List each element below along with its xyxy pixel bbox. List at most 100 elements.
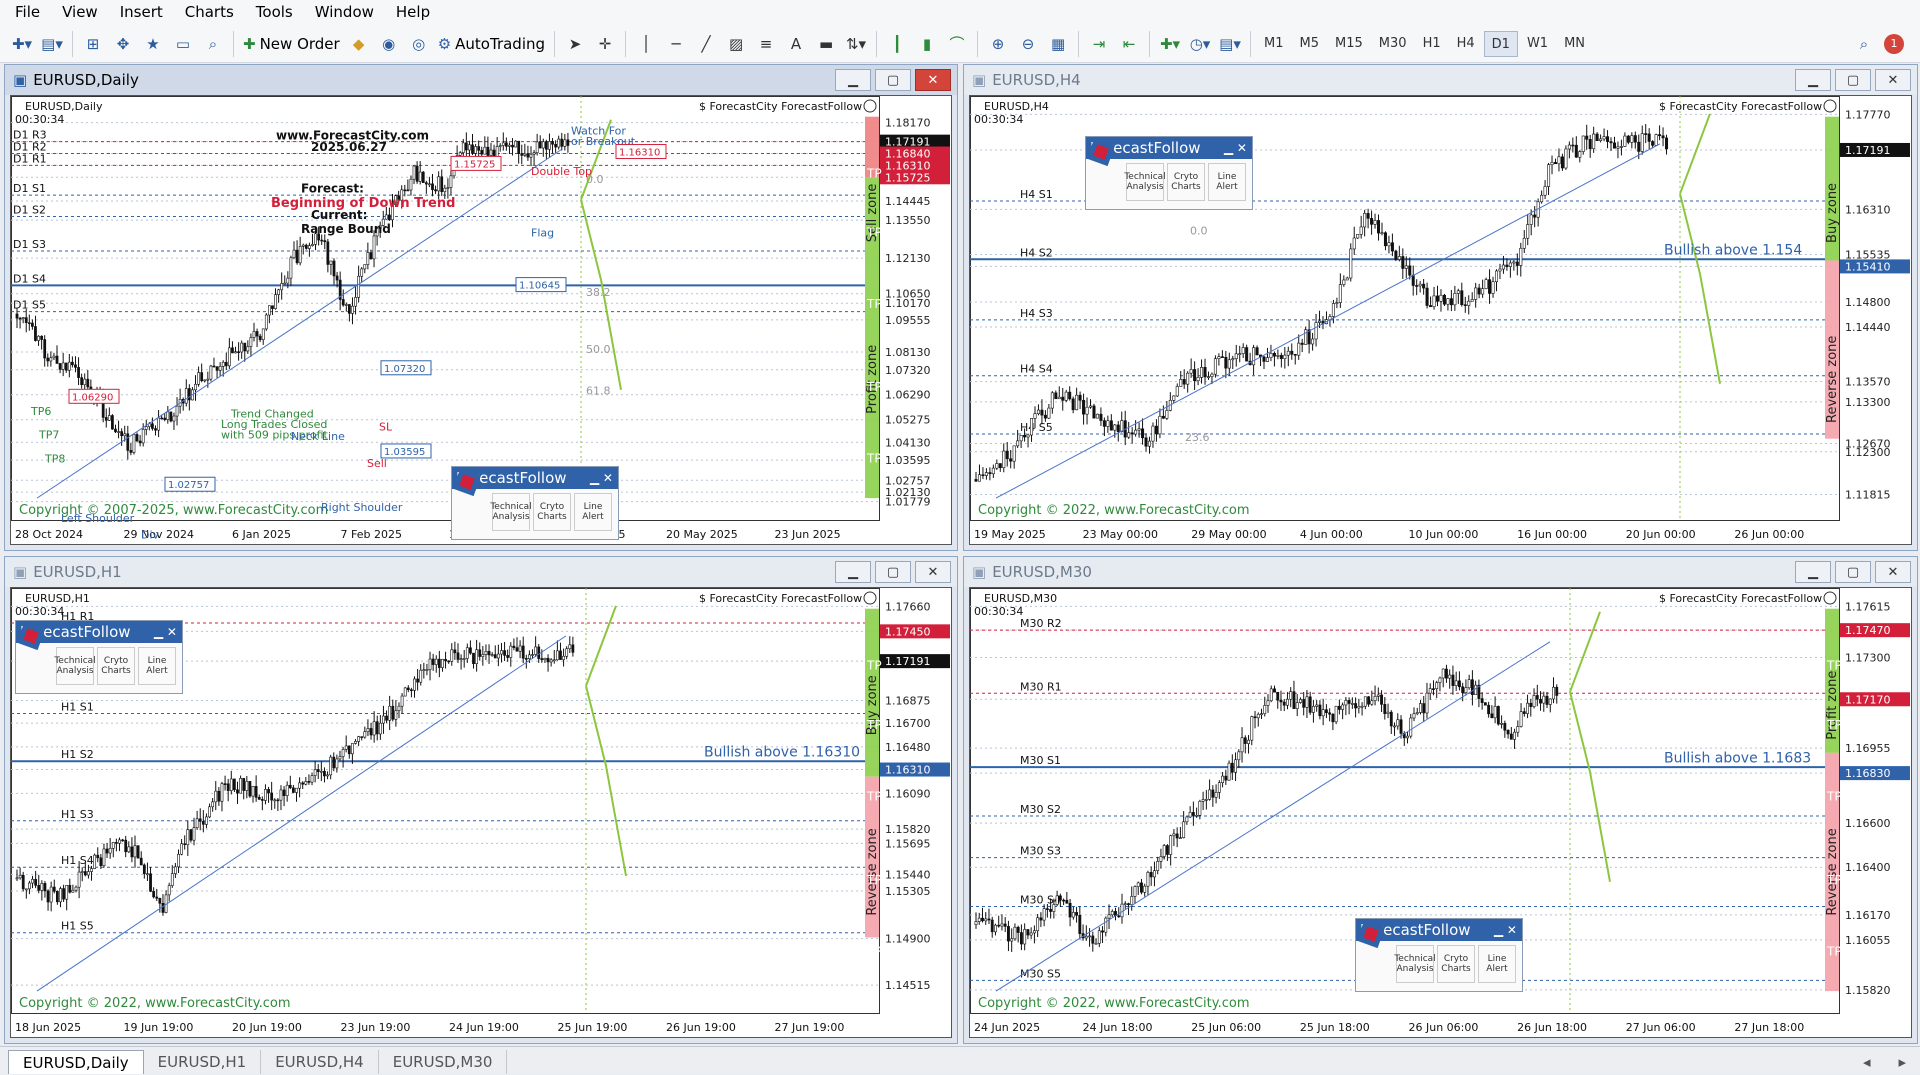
text-icon[interactable]: A [782,29,810,59]
autoscroll-icon[interactable]: ⇥ [1085,29,1113,59]
profiles-icon[interactable]: ▤▾ [38,29,66,59]
label-icon[interactable]: ▬ [812,29,840,59]
forecastfollow-panel[interactable]: ForecastFollow ▁ ✕ Technical Analysis Cry… [451,466,619,540]
timeframe-mn[interactable]: MN [1557,31,1592,57]
market-watch-icon[interactable]: ⊞ [79,29,107,59]
channel-icon[interactable]: ▨ [722,29,750,59]
tab-eurusd-m30[interactable]: EURUSD,M30 [379,1050,508,1074]
search-icon[interactable]: ⌕ [1850,29,1878,59]
new-chart-icon[interactable]: ✚▾ [8,29,36,59]
notifications-icon[interactable]: 1 [1880,29,1908,59]
timeframe-h4[interactable]: H4 [1450,31,1482,57]
maximize-button[interactable]: ▢ [875,561,911,583]
close-button[interactable]: ✕ [1875,561,1911,583]
favorites-icon[interactable]: ★ [139,29,167,59]
vertical-line-icon[interactable]: │ [632,29,660,59]
close-button[interactable]: ✕ [915,69,951,91]
chart-window-caption[interactable]: ▣ EURUSD,Daily ▁ ▢ ✕ [5,65,957,95]
indicators-icon[interactable]: ✚▾ [1156,29,1184,59]
fibonacci-icon[interactable]: ≡ [752,29,780,59]
terminal-icon[interactable]: ▭ [169,29,197,59]
navigator-icon[interactable]: ✥ [109,29,137,59]
minimize-button[interactable]: ▁ [835,69,871,91]
chart-window-caption[interactable]: ▣ EURUSD,H4 ▁ ▢ ✕ [964,65,1917,95]
new-order-button[interactable]: ✚ New Order [240,29,343,59]
tester-icon[interactable]: ⌕ [199,29,227,59]
maximize-button[interactable]: ▢ [875,69,911,91]
tile-windows-icon[interactable]: ▦ [1044,29,1072,59]
zoom-in-icon[interactable]: ⊕ [984,29,1012,59]
panel-close-icon[interactable]: ▁ ✕ [590,467,613,489]
signals-icon[interactable]: ◉ [375,29,403,59]
candlestick-icon[interactable]: ▮ [913,29,941,59]
technical-analysis-button[interactable]: Technical Analysis [1124,163,1166,201]
minimize-button[interactable]: ▁ [1795,69,1831,91]
technical-analysis-button[interactable]: Technical Analysis [1394,945,1436,983]
line-chart-icon[interactable]: ⌒ [943,29,971,59]
menu-insert[interactable]: Insert [109,0,174,25]
line-alert-button[interactable]: Line Alert [138,647,176,685]
chart-window-caption[interactable]: ▣ EURUSD,H1 ▁ ▢ ✕ [5,557,957,587]
panel-close-icon[interactable]: ▁ ✕ [1494,919,1517,941]
horizontal-line-icon[interactable]: ─ [662,29,690,59]
timeframe-m1[interactable]: M1 [1257,31,1291,57]
maximize-button[interactable]: ▢ [1835,69,1871,91]
timeframe-m15[interactable]: M15 [1328,31,1370,57]
templates-icon[interactable]: ▤▾ [1216,29,1244,59]
chart-canvas[interactable]: 1.17770 1.17191 1.16310 1.15535 1.15410 1.148… [969,95,1912,545]
menu-view[interactable]: View [51,0,109,25]
minimize-button[interactable]: ▁ [835,561,871,583]
maximize-button[interactable]: ▢ [1835,561,1871,583]
chart-canvas[interactable]: 1.17660 1.17450 1.17191 1.16875 1.16700 1.164… [10,587,952,1038]
technical-analysis-button[interactable]: Technical Analysis [54,647,96,685]
chart-window-h1[interactable]: ▣ EURUSD,H1 ▁ ▢ ✕ 1.17660 1.17450 1.17191 1.16… [4,556,958,1044]
cryto-charts-button[interactable]: Cryto Charts [1167,163,1205,201]
periods-icon[interactable]: ◷▾ [1186,29,1214,59]
line-alert-button[interactable]: Line Alert [1478,945,1516,983]
minimize-button[interactable]: ▁ [1795,561,1831,583]
chart-window-caption[interactable]: ▣ EURUSD,M30 ▁ ▢ ✕ [964,557,1917,587]
menu-window[interactable]: Window [304,0,385,25]
menu-charts[interactable]: Charts [174,0,245,25]
cryto-charts-button[interactable]: Cryto Charts [533,493,571,531]
tab-eurusd-daily[interactable]: EURUSD,Daily [8,1050,144,1074]
timeframe-w1[interactable]: W1 [1520,31,1555,57]
close-button[interactable]: ✕ [915,561,951,583]
menu-file[interactable]: File [4,0,51,25]
timeframe-m5[interactable]: M5 [1293,31,1327,57]
arrows-icon[interactable]: ⇅▾ [842,29,870,59]
panel-close-icon[interactable]: ▁ ✕ [1224,137,1247,159]
timeframe-d1[interactable]: D1 [1483,30,1518,57]
cryto-charts-button[interactable]: Cryto Charts [1437,945,1475,983]
menu-tools[interactable]: Tools [245,0,304,25]
chart-canvas[interactable]: 1.17615 1.17470 1.17300 1.17170 1.16955 1.168… [969,587,1912,1038]
forecastfollow-panel[interactable]: ForecastFollow ▁ ✕ Technical Analysis Cry… [15,620,183,694]
cursor-icon[interactable]: ➤ [561,29,589,59]
autotrading-button[interactable]: ⚙ AutoTrading [435,29,548,59]
metaeditor-icon[interactable]: ◆ [345,29,373,59]
timeframe-h1[interactable]: H1 [1416,31,1448,57]
tab-eurusd-h4[interactable]: EURUSD,H4 [261,1050,379,1074]
market-icon[interactable]: ◎ [405,29,433,59]
chart-window-m30[interactable]: ▣ EURUSD,M30 ▁ ▢ ✕ 1.17615 1.17470 1.17300 1.1… [963,556,1918,1044]
cryto-charts-button[interactable]: Cryto Charts [97,647,135,685]
forecastfollow-panel[interactable]: ForecastFollow ▁ ✕ Technical Analysis Cry… [1355,918,1523,992]
tab-eurusd-h1[interactable]: EURUSD,H1 [144,1050,262,1074]
line-alert-button[interactable]: Line Alert [1208,163,1246,201]
bar-chart-icon[interactable]: ┃ [883,29,911,59]
panel-close-icon[interactable]: ▁ ✕ [154,621,177,643]
close-button[interactable]: ✕ [1875,69,1911,91]
timeframe-m30[interactable]: M30 [1372,31,1414,57]
chart-shift-icon[interactable]: ⇤ [1115,29,1143,59]
line-alert-button[interactable]: Line Alert [574,493,612,531]
zoom-out-icon[interactable]: ⊖ [1014,29,1042,59]
trendline-icon[interactable]: ╱ [692,29,720,59]
chart-canvas[interactable]: 1.18170 1.17191 1.16840 1.16310 1.15725 1.144… [10,95,952,545]
chart-window-daily[interactable]: ▣ EURUSD,Daily ▁ ▢ ✕ 1.18170 1.17191 1.16840 1… [4,64,958,551]
technical-analysis-button[interactable]: Technical Analysis [490,493,532,531]
menu-help[interactable]: Help [385,0,441,25]
forecastfollow-panel[interactable]: ForecastFollow ▁ ✕ Technical Analysis Cry… [1085,136,1253,210]
crosshair-icon[interactable]: ✛ [591,29,619,59]
chart-window-h4[interactable]: ▣ EURUSD,H4 ▁ ▢ ✕ 1.17770 1.17191 1.16310 1.15… [963,64,1918,551]
tab-scroll-right-icon[interactable]: ▸ [1884,1050,1920,1074]
